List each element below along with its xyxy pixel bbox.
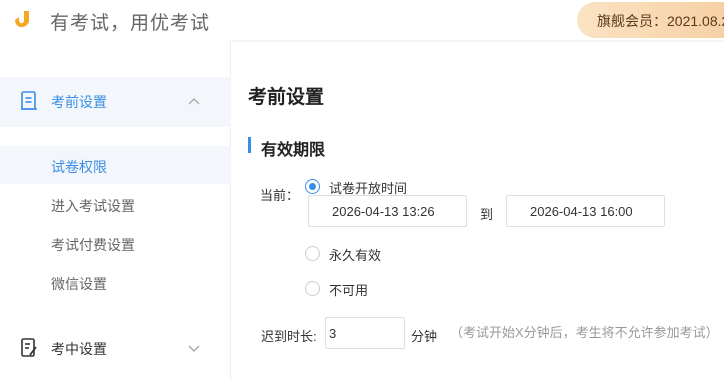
radio-unavailable[interactable]: [305, 281, 320, 296]
sidebar-item-label: 微信设置: [51, 276, 107, 292]
sidebar-item-entry-settings[interactable]: 进入考试设置: [0, 185, 231, 223]
section-accent-bar: [248, 137, 251, 153]
end-time-input[interactable]: 2026-04-13 16:00: [506, 195, 665, 227]
logo-icon[interactable]: [11, 8, 33, 32]
sidebar-group-label: 考中设置: [51, 341, 107, 357]
page-title: 考前设置: [248, 87, 325, 108]
sidebar-item-label: 试卷权限: [51, 159, 107, 175]
sidebar-item-paper-permission[interactable]: 试卷权限: [0, 146, 231, 184]
slogan: 有考试，用优考试: [50, 13, 211, 34]
edit-document-icon: [21, 338, 37, 357]
top-header: 有考试，用优考试 旗舰会员：2021.08.2: [0, 0, 724, 40]
section-title: 有效期限: [261, 142, 326, 159]
radio-permanent[interactable]: [305, 246, 320, 261]
start-time-value: 2026-04-13 13:26: [332, 204, 435, 219]
to-label: 到: [480, 207, 494, 222]
late-duration-hint: （考试开始X分钟后，考生将不允许参加考试）: [450, 325, 719, 340]
document-icon: [21, 91, 37, 110]
radio-permanent-label[interactable]: 永久有效: [329, 245, 381, 264]
member-text: 旗舰会员：2021.08.2: [597, 13, 724, 29]
current-label: 当前：: [260, 188, 300, 203]
chevron-down-icon[interactable]: [186, 340, 202, 356]
sidebar-item-wechat-settings[interactable]: 微信设置: [0, 263, 231, 301]
end-time-value: 2026-04-13 16:00: [530, 204, 633, 219]
sidebar-item-payment-settings[interactable]: 考试付费设置: [0, 224, 231, 262]
chevron-up-icon[interactable]: [186, 93, 202, 109]
sidebar-group-pre-exam[interactable]: 考前设置: [0, 77, 231, 127]
sidebar-item-label: 考试付费设置: [51, 237, 135, 253]
sidebar-group-label: 考前设置: [51, 94, 107, 110]
sidebar: 考前设置 试卷权限 进入考试设置 考试付费设置 微信设置 考中设置: [0, 40, 231, 381]
sidebar-item-label: 进入考试设置: [51, 198, 135, 214]
sidebar-group-in-exam[interactable]: 考中设置: [0, 324, 231, 374]
start-time-input[interactable]: 2026-04-13 13:26: [308, 195, 467, 227]
radio-open-time[interactable]: [305, 179, 320, 194]
radio-unavailable-label[interactable]: 不可用: [329, 280, 368, 299]
member-badge[interactable]: 旗舰会员：2021.08.2: [577, 2, 724, 38]
